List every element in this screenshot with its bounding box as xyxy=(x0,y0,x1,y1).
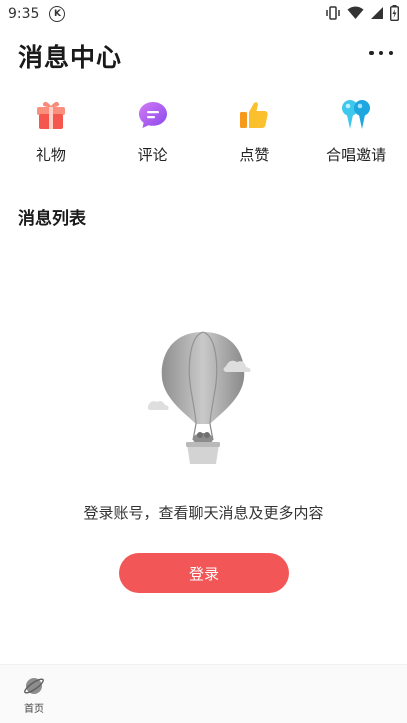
quick-action-label: 礼物 xyxy=(35,146,66,164)
login-button[interactable]: 登录 xyxy=(119,553,289,593)
comment-icon xyxy=(136,98,170,132)
header: 消息中心 xyxy=(0,36,407,76)
status-icons xyxy=(325,5,399,21)
quick-action-comment[interactable]: 评论 xyxy=(102,98,204,178)
bottom-nav: 首页 xyxy=(0,664,407,723)
page-title: 消息中心 xyxy=(18,43,123,72)
thumbs-up-icon xyxy=(237,98,271,132)
quick-action-label: 评论 xyxy=(137,146,168,164)
quick-action-gift[interactable]: 礼物 xyxy=(0,98,102,178)
chorus-microphone-icon xyxy=(339,98,373,132)
empty-state-text: 登录账号，查看聊天消息及更多内容 xyxy=(83,504,324,522)
section-title-messages: 消息列表 xyxy=(18,209,86,229)
status-time: 9:35 xyxy=(8,6,40,22)
more-icon[interactable] xyxy=(369,46,393,60)
battery-icon xyxy=(390,5,399,21)
nav-item-label: 首页 xyxy=(24,704,44,715)
quick-action-chorus[interactable]: 合唱邀请 xyxy=(305,98,407,178)
vibrate-icon xyxy=(326,6,340,20)
signal-icon xyxy=(371,7,383,19)
planet-icon xyxy=(24,678,44,694)
hot-air-balloon-illustration xyxy=(146,326,260,476)
wifi-icon xyxy=(347,6,364,19)
quick-actions: 礼物 评论 点赞 合唱邀请 xyxy=(0,98,407,178)
quick-action-like[interactable]: 点赞 xyxy=(204,98,306,178)
quick-action-label: 合唱邀请 xyxy=(326,146,387,164)
gift-icon xyxy=(34,98,68,132)
quick-action-label: 点赞 xyxy=(239,146,270,164)
nav-item-home[interactable]: 首页 xyxy=(14,675,54,715)
k-badge-icon: K xyxy=(49,6,66,22)
status-bar: 9:35 K xyxy=(0,0,407,28)
